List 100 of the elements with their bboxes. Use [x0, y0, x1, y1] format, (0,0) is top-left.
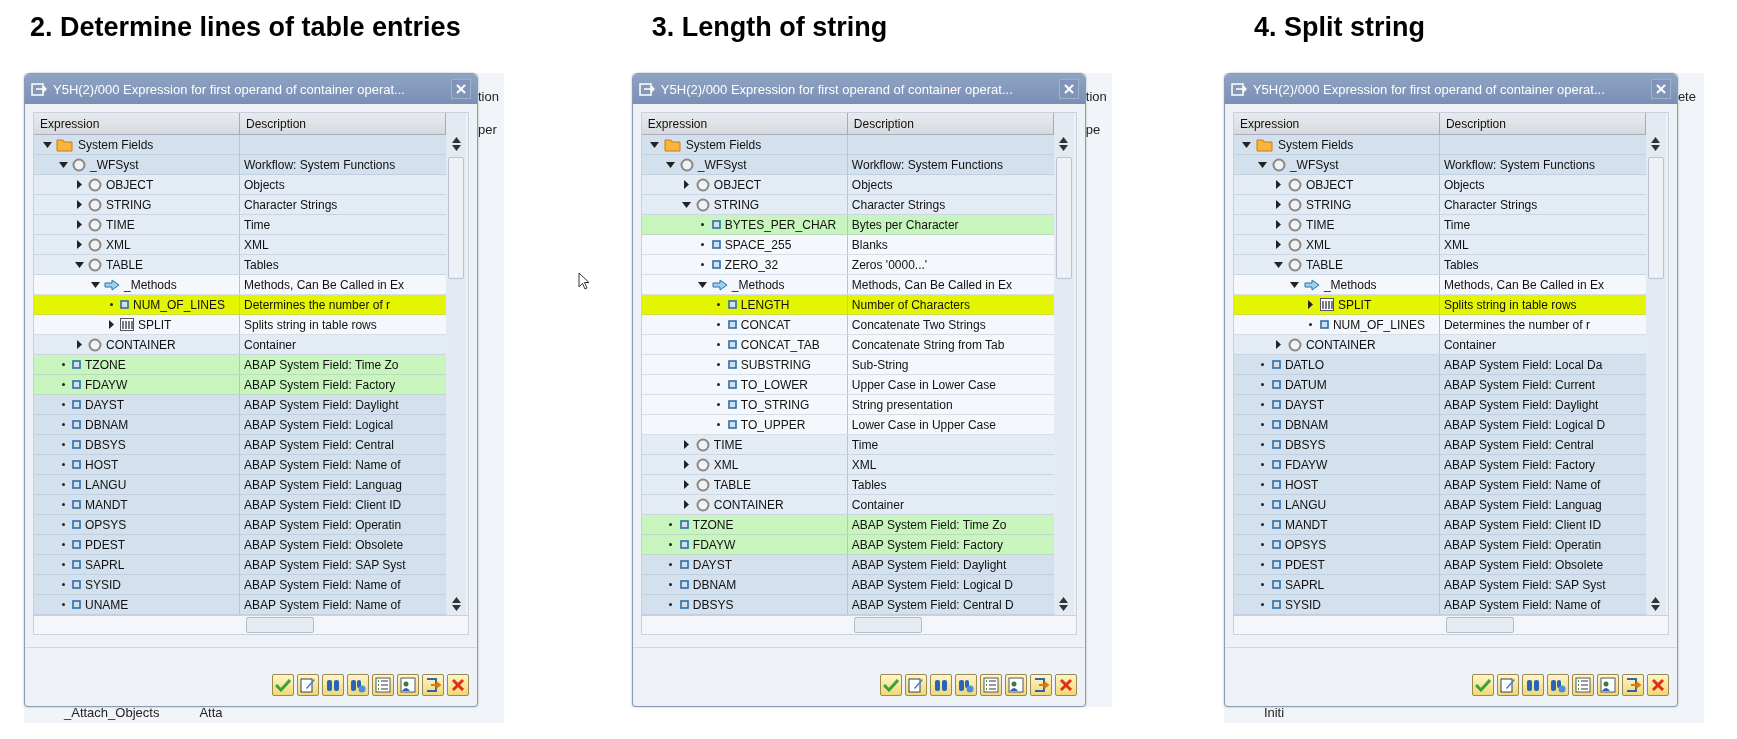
binoculars-button[interactable]	[1521, 674, 1544, 696]
close-button[interactable]	[451, 79, 471, 99]
tree-row[interactable]: _Methods Methods, Can Be Called in Ex	[34, 275, 446, 295]
triangle-down-icon[interactable]	[698, 281, 708, 288]
scroll-thumb[interactable]	[853, 617, 922, 633]
tree-row[interactable]: ZERO_32 Zeros '0000...'	[641, 255, 1054, 275]
triangle-down-icon[interactable]	[42, 141, 52, 148]
triangle-right-icon[interactable]	[684, 460, 690, 469]
triangle-right-icon[interactable]	[76, 340, 82, 349]
tree-row[interactable]: DAYST ABAP System Field: Daylight	[1233, 395, 1646, 415]
vertical-scrollbar[interactable]	[1645, 113, 1666, 615]
tree-row[interactable]: DBNAM ABAP System Field: Logical	[34, 415, 446, 435]
tree-row[interactable]: TO_STRING String presentation	[641, 395, 1054, 415]
cancel-button[interactable]	[1646, 674, 1669, 696]
vertical-scrollbar[interactable]	[446, 113, 466, 615]
triangle-right-icon[interactable]	[1308, 300, 1314, 309]
horizontal-scrollbar[interactable]	[641, 615, 1076, 634]
horizontal-scrollbar[interactable]	[1233, 615, 1668, 634]
tree-row[interactable]: CONTAINER Container	[1233, 335, 1646, 355]
tree-row[interactable]: DAYST ABAP System Field: Daylight	[34, 395, 446, 415]
tree-row[interactable]: XML XML	[34, 235, 446, 255]
tree-row[interactable]: SAPRL ABAP System Field: SAP Syst	[1233, 575, 1646, 595]
triangle-right-icon[interactable]	[1276, 340, 1282, 349]
tree-row[interactable]: CONCAT Concatenate Two Strings	[641, 315, 1054, 335]
tree-row[interactable]: DBSYS ABAP System Field: Central	[34, 435, 446, 455]
column-header[interactable]: Description	[847, 113, 1054, 135]
tree-row[interactable]: FDAYW ABAP System Field: Factory	[34, 375, 446, 395]
tree-row[interactable]: TO_LOWER Upper Case in Lower Case	[641, 375, 1054, 395]
tree-row[interactable]: NUM_OF_LINES Determines the number of r	[34, 295, 446, 315]
tree-row[interactable]: _WFSyst Workflow: System Functions	[34, 155, 446, 175]
binoculars-plus-button[interactable]	[347, 674, 369, 696]
tree-row[interactable]: CONTAINER Container	[34, 335, 446, 355]
scroll-down-icon[interactable]	[1059, 145, 1069, 151]
tree-row[interactable]: TIME Time	[34, 215, 446, 235]
tree-row[interactable]: DATLO ABAP System Field: Local Da	[1233, 355, 1646, 375]
tree-row[interactable]: OPSYS ABAP System Field: Operatin	[34, 515, 446, 535]
tree-row[interactable]: SAPRL ABAP System Field: SAP Syst	[34, 555, 446, 575]
column-header[interactable]: Expression	[34, 113, 240, 135]
triangle-right-icon[interactable]	[684, 180, 690, 189]
tree-row[interactable]: DBSYS ABAP System Field: Central D	[641, 595, 1054, 615]
tree-row[interactable]: STRING Character Strings	[34, 195, 446, 215]
triangle-down-icon[interactable]	[682, 201, 692, 208]
tree-row[interactable]: DAYST ABAP System Field: Daylight	[641, 555, 1054, 575]
tree-row[interactable]: TZONE ABAP System Field: Time Zo	[34, 355, 446, 375]
tree-row[interactable]: HOST ABAP System Field: Name of	[34, 455, 446, 475]
tree-row[interactable]: MANDT ABAP System Field: Client ID	[34, 495, 446, 515]
list-button[interactable]	[979, 674, 1002, 696]
check-button[interactable]	[272, 674, 294, 696]
triangle-down-icon[interactable]	[1290, 281, 1300, 288]
person-card-button[interactable]	[1596, 674, 1619, 696]
triangle-down-icon[interactable]	[74, 261, 84, 268]
list-button[interactable]	[1571, 674, 1594, 696]
tree-row[interactable]: _Methods Methods, Can Be Called in Ex	[1233, 275, 1646, 295]
triangle-right-icon[interactable]	[1276, 220, 1282, 229]
column-header[interactable]: Expression	[641, 113, 848, 135]
person-card-button[interactable]	[397, 674, 419, 696]
scroll-up-icon[interactable]	[1059, 137, 1069, 143]
triangle-right-icon[interactable]	[76, 220, 82, 229]
transfer-button[interactable]	[1029, 674, 1052, 696]
triangle-right-icon[interactable]	[108, 320, 114, 329]
tree-row[interactable]: SYSID ABAP System Field: Name of	[1233, 595, 1646, 615]
check-button[interactable]	[1471, 674, 1494, 696]
triangle-right-icon[interactable]	[1276, 200, 1282, 209]
tree-row[interactable]: XML XML	[1233, 235, 1646, 255]
tree-row[interactable]: System Fields	[641, 135, 1054, 155]
tree-row[interactable]: TABLE Tables	[1233, 255, 1646, 275]
scroll-up-icon[interactable]	[451, 137, 461, 143]
triangle-down-icon[interactable]	[650, 141, 660, 148]
tree-row[interactable]: System Fields	[1233, 135, 1646, 155]
triangle-right-icon[interactable]	[76, 200, 82, 209]
transfer-button[interactable]	[1621, 674, 1644, 696]
tree-row[interactable]: OPSYS ABAP System Field: Operatin	[1233, 535, 1646, 555]
cancel-button[interactable]	[447, 674, 469, 696]
tree-row[interactable]: BYTES_PER_CHAR Bytes per Character	[641, 215, 1054, 235]
scroll-down-icon[interactable]	[1651, 145, 1661, 151]
scroll-up-icon[interactable]	[1651, 597, 1661, 603]
tree-row[interactable]: HOST ABAP System Field: Name of	[1233, 475, 1646, 495]
triangle-down-icon[interactable]	[58, 161, 68, 168]
check-button[interactable]	[879, 674, 902, 696]
column-header[interactable]: Description	[1439, 113, 1646, 135]
transfer-button[interactable]	[422, 674, 444, 696]
triangle-right-icon[interactable]	[684, 500, 690, 509]
binoculars-plus-button[interactable]	[1546, 674, 1569, 696]
column-header[interactable]: Description	[240, 113, 446, 135]
tree-row[interactable]: UNAME ABAP System Field: Name of	[34, 595, 446, 615]
tree-row[interactable]: OBJECT Objects	[641, 175, 1054, 195]
tree-row[interactable]: DBNAM ABAP System Field: Logical D	[1233, 415, 1646, 435]
tree-row[interactable]: CONTAINER Container	[641, 495, 1054, 515]
tree-row[interactable]: TO_UPPER Lower Case in Upper Case	[641, 415, 1054, 435]
tree-row[interactable]: OBJECT Objects	[34, 175, 446, 195]
tree-row[interactable]: FDAYW ABAP System Field: Factory	[641, 535, 1054, 555]
scroll-up-icon[interactable]	[451, 597, 461, 603]
binoculars-button[interactable]	[322, 674, 344, 696]
tree-row[interactable]: TIME Time	[1233, 215, 1646, 235]
scroll-up-icon[interactable]	[1059, 597, 1069, 603]
close-button[interactable]	[1058, 79, 1079, 99]
scroll-thumb[interactable]	[1445, 617, 1514, 633]
tree-row[interactable]: XML XML	[641, 455, 1054, 475]
tree-row[interactable]: DATUM ABAP System Field: Current	[1233, 375, 1646, 395]
triangle-down-icon[interactable]	[1242, 141, 1252, 148]
